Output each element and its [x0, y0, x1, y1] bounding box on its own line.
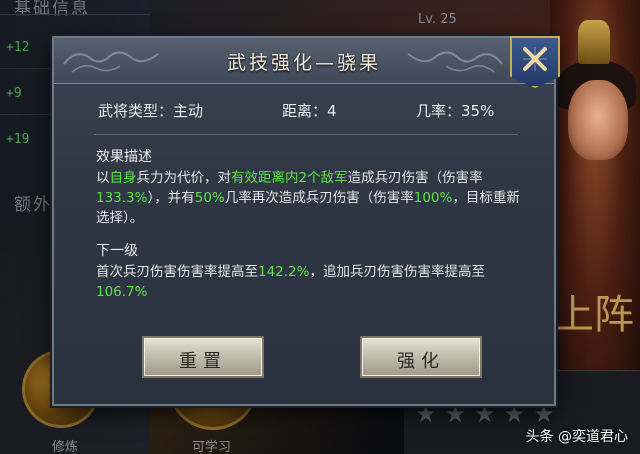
next-level-description: 首次兵刃伤害伤害率提高至142.2%，追加兵刃伤害伤害率提高至106.7%: [96, 264, 485, 300]
reset-button-label: 重置: [179, 351, 227, 372]
dialog-header: 武技强化—骁果: [54, 38, 554, 84]
train-label: 修炼: [52, 440, 79, 454]
skill-type: 武将类型：主动: [98, 102, 204, 120]
effect-description: 以自身兵力为代价，对有效距离内2个敌军造成兵刃伤害（伤害率133.3%），并有5…: [96, 170, 520, 226]
effect-label: 效果描述: [96, 149, 152, 165]
stat-bonus-2: +9: [6, 86, 22, 101]
skill-range: 距离：4: [282, 102, 337, 120]
dialog-title: 武技强化—骁果: [226, 52, 381, 74]
close-icon: [523, 47, 547, 71]
hero-crown: [578, 20, 610, 64]
upgrade-button-label: 强化: [397, 351, 445, 372]
hero-portrait: [550, 0, 640, 400]
skill-chance: 几率：35%: [416, 102, 495, 120]
stat-bonus-1: +12: [6, 40, 30, 55]
base-info-title: 基础信息: [14, 0, 90, 19]
skill-info-row: 武将类型：主动 距离：4 几率：35%: [98, 100, 518, 122]
next-level-label: 下一级: [96, 243, 138, 259]
skill-upgrade-dialog: 武技强化—骁果 武将类型：主动 距离：4 几率：35% 效果描述 以自身兵力为代…: [52, 36, 556, 406]
hero-face: [568, 80, 628, 160]
watermark: 头条 @奕道君心: [525, 429, 628, 445]
reset-button[interactable]: 重置: [142, 336, 264, 378]
stat-bonus-3: +19: [6, 132, 30, 147]
hero-level: Lv. 25: [418, 12, 457, 27]
title-divider: [0, 14, 150, 15]
extra-info-title: 额外: [14, 195, 52, 215]
upgrade-button[interactable]: 强化: [360, 336, 482, 378]
learnable-label: 可学习: [192, 440, 232, 454]
deploy-banner: 上阵: [554, 292, 634, 338]
divider: [94, 134, 518, 135]
